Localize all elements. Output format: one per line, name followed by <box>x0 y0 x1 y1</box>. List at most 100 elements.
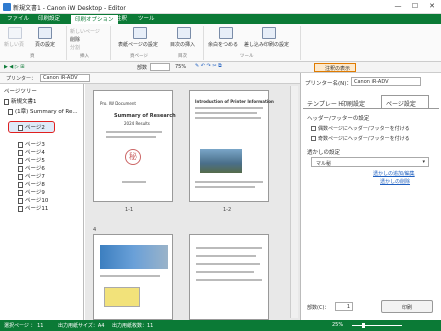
tab-annotation[interactable]: 注釈 <box>112 14 131 24</box>
tab-tools[interactable]: ツール <box>134 14 159 24</box>
sheet-settings-icon <box>262 27 276 39</box>
printer-select[interactable]: Canon iR-ADV <box>40 74 90 82</box>
tab-print-settings[interactable]: 印刷設定 <box>34 14 64 24</box>
document-icon <box>4 98 9 105</box>
page-icon <box>18 165 23 172</box>
copies-label: 部数(C)： <box>307 305 330 311</box>
page-range-icon <box>133 27 147 39</box>
page-icon <box>18 157 23 164</box>
watermark-section-title: 透かしの設定 <box>307 150 341 156</box>
new-page-icon <box>8 27 22 39</box>
table-image <box>104 287 140 307</box>
confidential-seal: 秘 <box>125 149 141 165</box>
maximize-button[interactable]: ☐ <box>407 1 423 12</box>
page-range-button[interactable]: 表紙ページの設定 <box>118 41 158 48</box>
page-settings-button[interactable]: 頁の設定 <box>35 41 55 48</box>
page-label-2: 1-2 <box>223 207 232 213</box>
page-icon <box>18 149 23 156</box>
tree-chapter[interactable]: (1章) Summary of Re... <box>8 107 78 115</box>
text-line <box>100 275 160 277</box>
tab-divider <box>303 108 439 109</box>
close-button[interactable]: ✕ <box>424 1 440 12</box>
text-line <box>196 263 260 265</box>
hf-odd-checkbox[interactable]: 奇数ページにヘッダー/フッターを付ける <box>311 135 410 142</box>
edit-tool-icons[interactable]: ✎ ↶ ↷ ✂ ⧉ <box>195 63 222 69</box>
sheets-merge-button[interactable]: 余白をつめる <box>208 41 238 48</box>
header-footer-section-title: ヘッダー/フッターの設定 <box>307 116 370 122</box>
page-icon <box>18 189 23 196</box>
tab-page-settings[interactable]: ページ設定 <box>381 95 429 108</box>
text-line <box>195 117 261 119</box>
pages-input[interactable] <box>150 63 170 71</box>
tree-page-10[interactable]: ページ10 <box>18 196 48 204</box>
view-annotation-button[interactable]: 注釈の表示 <box>314 63 356 72</box>
text-line <box>195 107 263 109</box>
tree-page-6[interactable]: ページ6 <box>18 164 45 172</box>
new-page-button[interactable]: 新しい頁 <box>4 41 24 48</box>
hf-even-checkbox[interactable]: 偶数ページにヘッダー/フッターを付ける <box>311 125 410 132</box>
page-thumbnail-2[interactable]: Introduction of Printer Information <box>189 90 274 202</box>
printer-name-label: プリンター名(N)： <box>305 81 352 87</box>
page-thumbnail-4[interactable] <box>189 234 269 320</box>
tree-page-5[interactable]: ページ5 <box>18 156 45 164</box>
page-icon <box>18 181 23 188</box>
text-line <box>196 247 262 249</box>
minimize-button[interactable]: — <box>390 1 406 12</box>
page-title-text: Summary of Research <box>114 113 176 119</box>
chapter-icon <box>8 108 13 115</box>
settings-panel: プリンター名(N)： Canon iR-ADV テンプレート 印刷設定 ページ設… <box>300 73 441 320</box>
new-page2-button[interactable]: 新しいページ <box>70 28 100 35</box>
tree-page-8[interactable]: ページ8 <box>18 180 45 188</box>
tree-page-2[interactable]: ページ2 <box>18 123 45 131</box>
split-button[interactable]: 分割 <box>70 44 80 51</box>
page-subtitle-text: 2024 Results <box>124 121 150 126</box>
copies-input[interactable]: 1 <box>335 302 353 311</box>
printer-bar: プリンター： Canon iR-ADV <box>0 73 300 84</box>
checkbox-box <box>311 126 316 131</box>
preview-scrollbar[interactable] <box>290 86 298 318</box>
zoom-slider[interactable] <box>352 325 402 326</box>
group-page-label: 頁 <box>30 54 35 59</box>
tree-chapter-label: (1章) Summary of Re... <box>15 109 78 115</box>
insert-toc-button[interactable]: 目次の挿入 <box>170 41 195 48</box>
printer-name-value: Canon iR-ADV <box>354 79 389 85</box>
delete-button[interactable]: 削除 <box>70 36 80 43</box>
text-line <box>196 255 256 257</box>
text-line <box>195 181 263 183</box>
ribbon-tabs: ファイル 印刷設定 印刷オプション 注釈 ツール <box>0 14 441 24</box>
tree-page-11[interactable]: ページ11 <box>18 204 48 212</box>
tree-page-3[interactable]: ページ3 <box>18 140 45 148</box>
text-line <box>106 131 162 133</box>
tab-template[interactable]: テンプレート <box>307 99 343 108</box>
separator <box>66 26 67 60</box>
page-thumbnail-1[interactable]: Pro. IW Document Summary of Research 202… <box>93 90 176 202</box>
tree-root[interactable]: 新規文書1 <box>4 97 37 105</box>
separator <box>110 26 111 60</box>
tree-page-9[interactable]: ページ9 <box>18 188 45 196</box>
page-icon <box>18 141 23 148</box>
zoom-value[interactable]: 75% <box>175 64 186 70</box>
tab-file[interactable]: ファイル <box>3 14 33 24</box>
page-thumbnail-3[interactable] <box>93 234 173 320</box>
zoom-slider-handle[interactable] <box>362 323 365 328</box>
watermark-edit-link[interactable]: 透かしの追加/編集 <box>373 170 415 177</box>
print-button[interactable]: 印刷 <box>381 300 433 313</box>
app-icon <box>3 3 11 11</box>
printer-name-select[interactable]: Canon iR-ADV <box>351 77 421 86</box>
sheet-settings-button[interactable]: 差し込み印刷の設定 <box>244 41 289 48</box>
status-zoom: 25% <box>332 322 344 328</box>
text-line <box>195 112 257 114</box>
tree-page-7[interactable]: ページ7 <box>18 172 45 180</box>
watermark-select[interactable]: マル秘 ▾ <box>311 157 429 167</box>
view-annotation-label: 注釈の表示 <box>325 66 351 72</box>
page-heading-text: Introduction of Printer Information <box>195 99 274 104</box>
title-bar: 新規文書1 - Canon iW Desktop - Editor — ☐ ✕ <box>0 0 441 14</box>
text-line <box>196 279 262 281</box>
tab-print-setting[interactable]: 印刷設定 <box>341 99 365 108</box>
page-icon <box>18 205 23 212</box>
group-insert-label: 挿入 <box>80 54 89 59</box>
window-title: 新規文書1 - Canon iW Desktop - Editor <box>13 5 126 12</box>
watermark-delete-link[interactable]: 透かしの削除 <box>380 178 410 185</box>
tree-page-4[interactable]: ページ4 <box>18 148 45 156</box>
page-tree-title: ページツリー <box>4 89 37 95</box>
